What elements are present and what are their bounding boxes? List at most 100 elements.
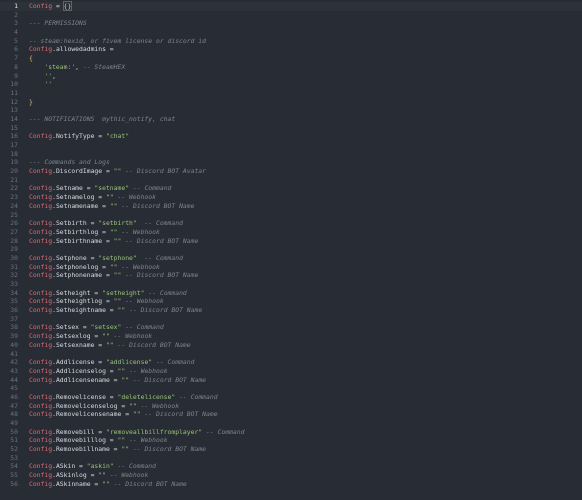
line-code[interactable]: Config.DiscordImage = "" -- Discord BOT …	[18, 167, 206, 176]
line-code[interactable]: Config.Setsexlog = "" -- Webhook	[18, 332, 152, 341]
line-code[interactable]: Config.Setname = "setname" -- Command	[18, 184, 171, 193]
line-code[interactable]: Config.Setnamelog = "" -- Webhook	[18, 193, 156, 202]
line-code[interactable]: Config.Setphone = "setphone" -- Command	[18, 254, 183, 263]
line-code[interactable]: Config.Removelicense = "deletelicense" -…	[18, 393, 218, 402]
code-line[interactable]: 35 Config.Setheightlog = "" -- Webhook	[0, 297, 582, 306]
line-code[interactable]: }	[18, 98, 33, 107]
line-code[interactable]	[18, 11, 29, 20]
code-line[interactable]: 46 Config.Removelicense = "deletelicense"…	[0, 393, 582, 402]
line-code[interactable]: Config.NotifyType = "chat"	[18, 132, 129, 141]
line-code[interactable]: Config.Removebilllog = "" -- Webhook	[18, 436, 168, 445]
code-line[interactable]: 36 Config.Setheightname = "" -- Discord B…	[0, 306, 582, 315]
line-code[interactable]	[18, 89, 29, 98]
code-line[interactable]: 3 --- PERMISSIONS	[0, 19, 582, 28]
code-line[interactable]: 18	[0, 150, 582, 159]
code-line[interactable]: 51 Config.Removebilllog = "" -- Webhook	[0, 436, 582, 445]
code-line[interactable]: 31 Config.Setphonelog = "" -- Webhook	[0, 263, 582, 272]
code-line[interactable]: 47 Config.Removelicenselog = "" -- Webhoo…	[0, 402, 582, 411]
line-code[interactable]: {	[18, 54, 33, 63]
line-code[interactable]: ''	[18, 80, 52, 89]
line-code[interactable]: Config.Setphonelog = "" -- Webhook	[18, 263, 160, 272]
code-line[interactable]: 11	[0, 89, 582, 98]
line-code[interactable]	[18, 211, 29, 220]
line-code[interactable]: Config = {}	[18, 1, 73, 11]
line-code[interactable]: Config.Setheightname = "" -- Discord BOT…	[18, 306, 202, 315]
code-line[interactable]: 2	[0, 11, 582, 20]
code-line[interactable]: 7{	[0, 54, 582, 63]
line-code[interactable]: Config.Setheight = "setheight" -- Comman…	[18, 289, 187, 298]
code-line[interactable]: 1 Config = {}	[0, 1, 582, 11]
code-editor[interactable]: 1 Config = {} 2 3 --- PERMISSIONS 4 5 -- steam:…	[0, 0, 582, 500]
code-line[interactable]: 45	[0, 384, 582, 393]
line-code[interactable]: Config.Removelicenselog = "" -- Webhook	[18, 402, 179, 411]
line-code[interactable]: --- NOTIFICATIONS mythic_notify, chat	[18, 115, 175, 124]
code-line[interactable]: 50 Config.Removebill = "removeallbillfrom…	[0, 428, 582, 437]
line-code[interactable]	[18, 28, 29, 37]
line-code[interactable]	[18, 280, 29, 289]
line-code[interactable]: Config.Setphonename = "" -- Discord BOT …	[18, 271, 198, 280]
code-line[interactable]: 17	[0, 141, 582, 150]
line-code[interactable]: Config.Setnamename = "" -- Discord BOT N…	[18, 202, 194, 211]
line-code[interactable]	[18, 176, 29, 185]
code-line[interactable]: 49	[0, 419, 582, 428]
line-code[interactable]	[18, 454, 29, 463]
code-line[interactable]: 23 Config.Setnamelog = "" -- Webhook	[0, 193, 582, 202]
line-code[interactable]: Config.Setsex = "setsex" -- Command	[18, 323, 164, 332]
line-code[interactable]: Config.ASkinname = "" -- Discord BOT Nam…	[18, 480, 187, 489]
line-code[interactable]: Config.Addlicenselog = "" -- Webhook	[18, 367, 168, 376]
code-line[interactable]: 15	[0, 124, 582, 133]
code-line[interactable]: 28 Config.Setbirthname = "" -- Discord BO…	[0, 237, 582, 246]
line-code[interactable]: --- PERMISSIONS	[18, 19, 87, 28]
line-code[interactable]: Config.Setbirth = "setbirth" -- Command	[18, 219, 183, 228]
line-code[interactable]: Config.Addlicense = "addlicense" -- Comm…	[18, 358, 194, 367]
code-line[interactable]: 8 'steam:', -- SteamHEX	[0, 63, 582, 72]
code-line[interactable]: 20 Config.DiscordImage = "" -- Discord BO…	[0, 167, 582, 176]
line-code[interactable]: Config.Setheightlog = "" -- Webhook	[18, 297, 164, 306]
line-code[interactable]: '',	[18, 72, 56, 81]
code-line[interactable]: 41	[0, 350, 582, 359]
line-code[interactable]	[18, 150, 29, 159]
line-code[interactable]: Config.Addlicensename = "" -- Discord BO…	[18, 376, 206, 385]
code-line[interactable]: 5 -- steam:hexid, or fivem license or dis…	[0, 37, 582, 46]
code-line[interactable]: 25	[0, 211, 582, 220]
code-line[interactable]: 4	[0, 28, 582, 37]
line-code[interactable]: -- steam:hexid, or fivem license or disc…	[18, 37, 206, 46]
code-line[interactable]: 27 Config.Setbirthlog = "" -- Webhook	[0, 228, 582, 237]
code-line[interactable]: 30 Config.Setphone = "setphone" -- Comman…	[0, 254, 582, 263]
line-code[interactable]	[18, 419, 29, 428]
line-code[interactable]: 'steam:', -- SteamHEX	[18, 63, 125, 72]
line-code[interactable]	[18, 350, 29, 359]
line-code[interactable]	[18, 245, 29, 254]
code-line[interactable]: 19 --- Commands and Logs	[0, 158, 582, 167]
code-line[interactable]: 33	[0, 280, 582, 289]
code-line[interactable]: 13	[0, 106, 582, 115]
line-code[interactable]	[18, 384, 29, 393]
code-line[interactable]: 9 '',	[0, 72, 582, 81]
line-code[interactable]: Config.ASkin = "askin" -- Command	[18, 462, 156, 471]
code-line[interactable]: 22 Config.Setname = "setname" -- Command	[0, 184, 582, 193]
code-line[interactable]: 54 Config.ASkin = "askin" -- Command	[0, 462, 582, 471]
line-code[interactable]: Config.Removelicensename = "" -- Discord…	[18, 410, 218, 419]
code-line[interactable]: 44 Config.Addlicensename = "" -- Discord …	[0, 376, 582, 385]
line-code[interactable]	[18, 315, 29, 324]
code-line[interactable]: 43 Config.Addlicenselog = "" -- Webhook	[0, 367, 582, 376]
code-line[interactable]: 42 Config.Addlicense = "addlicense" -- Co…	[0, 358, 582, 367]
line-code[interactable]: Config.Setbirthlog = "" -- Webhook	[18, 228, 160, 237]
code-line[interactable]: 32 Config.Setphonename = "" -- Discord BO…	[0, 271, 582, 280]
line-code[interactable]	[18, 141, 29, 150]
code-line[interactable]: 12}	[0, 98, 582, 107]
code-line[interactable]: 26 Config.Setbirth = "setbirth" -- Comman…	[0, 219, 582, 228]
line-code[interactable]: --- Commands and Logs	[18, 158, 110, 167]
code-line[interactable]: 29	[0, 245, 582, 254]
code-line[interactable]: 48 Config.Removelicensename = "" -- Disco…	[0, 410, 582, 419]
code-line[interactable]: 38 Config.Setsex = "setsex" -- Command	[0, 323, 582, 332]
code-line[interactable]: 52 Config.Removebillname = "" -- Discord …	[0, 445, 582, 454]
line-code[interactable]	[18, 124, 29, 133]
code-line[interactable]: 14 --- NOTIFICATIONS mythic_notify, chat	[0, 115, 582, 124]
code-line[interactable]: 10 ''	[0, 80, 582, 89]
line-code[interactable]: Config.Removebillname = "" -- Discord BO…	[18, 445, 206, 454]
line-code[interactable]	[18, 106, 29, 115]
code-line[interactable]: 37	[0, 315, 582, 324]
code-line[interactable]: 16 Config.NotifyType = "chat"	[0, 132, 582, 141]
line-code[interactable]: Config.Removebill = "removeallbillfrompl…	[18, 428, 244, 437]
